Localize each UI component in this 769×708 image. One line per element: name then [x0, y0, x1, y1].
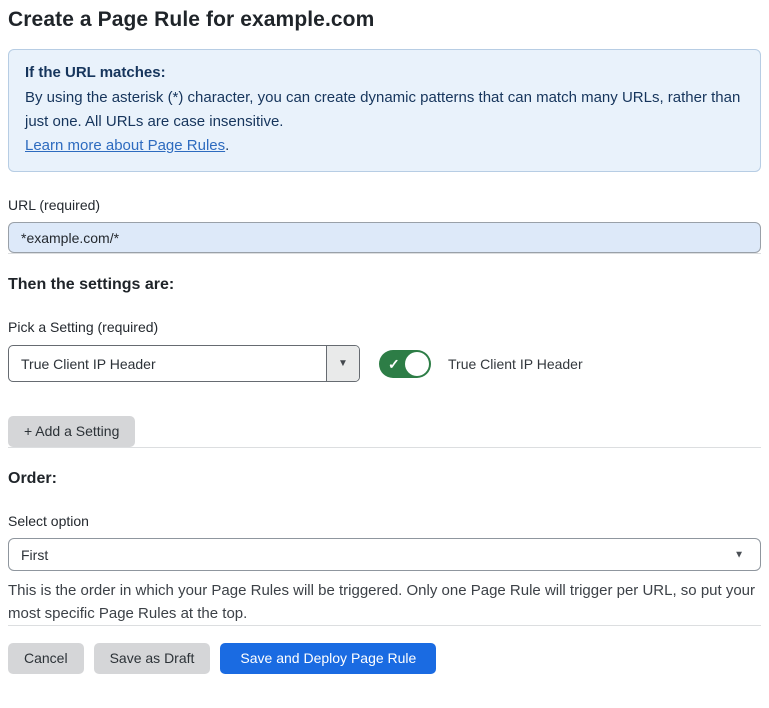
- save-and-deploy-button[interactable]: Save and Deploy Page Rule: [220, 643, 436, 674]
- setting-select[interactable]: True Client IP Header ▼: [8, 345, 360, 382]
- url-input[interactable]: [8, 222, 761, 253]
- toggle-label: True Client IP Header: [448, 356, 583, 372]
- order-select[interactable]: First ▼: [8, 538, 761, 571]
- check-icon: ✓: [388, 357, 400, 371]
- page-rule-form: Create a Page Rule for example.com If th…: [0, 0, 769, 674]
- url-field-label: URL (required): [8, 197, 761, 213]
- chevron-down-icon: ▼: [734, 549, 744, 560]
- info-box-body: By using the asterisk (*) character, you…: [25, 86, 744, 134]
- page-title: Create a Page Rule for example.com: [8, 6, 761, 32]
- setting-picker-label: Pick a Setting (required): [8, 319, 761, 335]
- divider: [8, 625, 761, 626]
- chevron-down-icon: ▼: [338, 358, 348, 369]
- order-select-value: First: [21, 547, 48, 563]
- add-setting-button[interactable]: + Add a Setting: [8, 416, 135, 447]
- save-as-draft-button[interactable]: Save as Draft: [94, 643, 211, 674]
- setting-select-arrow-button[interactable]: ▼: [326, 346, 359, 381]
- learn-more-link[interactable]: Learn more about Page Rules: [25, 137, 225, 154]
- info-box-heading: If the URL matches:: [25, 61, 744, 85]
- cancel-button[interactable]: Cancel: [8, 643, 84, 674]
- toggle-knob: [405, 352, 429, 376]
- url-match-info-box: If the URL matches: By using the asteris…: [8, 49, 761, 172]
- setting-select-value: True Client IP Header: [9, 346, 326, 381]
- setting-row: True Client IP Header ▼ ✓ True Client IP…: [8, 345, 761, 382]
- order-select-label: Select option: [8, 513, 761, 529]
- link-period: .: [225, 137, 229, 154]
- divider: [8, 447, 761, 448]
- order-section-heading: Order:: [8, 470, 761, 488]
- info-box-link-line: Learn more about Page Rules.: [25, 134, 744, 158]
- footer-actions: Cancel Save as Draft Save and Deploy Pag…: [8, 643, 761, 674]
- order-help-text: This is the order in which your Page Rul…: [8, 579, 756, 625]
- true-client-ip-toggle[interactable]: ✓: [379, 350, 431, 378]
- divider: [8, 253, 761, 254]
- settings-section-heading: Then the settings are:: [8, 276, 761, 294]
